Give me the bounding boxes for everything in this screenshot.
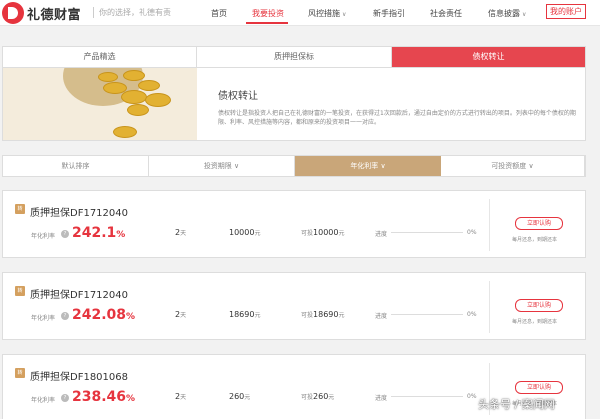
brand-slogan: 你的选择，礼德有责 [93, 7, 171, 18]
term-unit: 天 [180, 230, 187, 237]
transfer-badge-icon: 转 [15, 368, 25, 378]
available-label: 可投 [301, 230, 314, 237]
annual-rate-value: 242.1 [72, 225, 117, 241]
banner-title: 债权转让 [218, 91, 258, 102]
product-tabs: 产品精选 质押担保标 债权转让 [2, 46, 586, 68]
sort-annual-rate[interactable]: 年化利率 ∨ [295, 156, 441, 176]
term: 2天 [175, 228, 186, 237]
brand-logo-icon[interactable] [2, 2, 24, 24]
amount-value: 10000 [229, 228, 255, 237]
tab-pledge-guarantee[interactable]: 质押担保标 [197, 47, 392, 67]
tab-featured[interactable]: 产品精选 [3, 47, 197, 67]
amount-value: 260 [229, 392, 245, 401]
chevron-down-icon: ∨ [342, 11, 347, 18]
category-banner: 债权转让 债权转让是指投资人把自己在礼德财富的一笔投资，在获得过1次回款后，通过… [2, 68, 586, 141]
available-unit: 元 [328, 394, 335, 401]
term-unit: 天 [180, 394, 187, 401]
amount-value: 18690 [229, 310, 255, 319]
annual-rate-value: 242.08 [72, 307, 127, 323]
annual-rate-unit: % [116, 230, 126, 240]
sort-available-amount[interactable]: 可投资额度 ∨ [441, 156, 585, 176]
transfer-badge-icon: 转 [15, 204, 25, 214]
nav-disclosure-label: 信息披露 [488, 9, 520, 18]
tab-debt-transfer[interactable]: 债权转让 [392, 47, 585, 67]
progress-label: 进度 [375, 395, 388, 402]
buy-now-button[interactable]: 立即认购 [515, 299, 563, 312]
product-title[interactable]: 质押担保DF1801068 [30, 368, 128, 383]
sort-term[interactable]: 投资期限 ∨ [149, 156, 295, 176]
rate-label: 年化利率 [31, 315, 56, 322]
progress-bar [391, 396, 463, 397]
term: 2天 [175, 392, 186, 401]
divider [489, 281, 490, 333]
nav-disclosure[interactable]: 信息披露 ∨ [488, 8, 526, 19]
annual-rate: 238.46% [72, 389, 135, 405]
nav-invest[interactable]: 我要投资 [252, 8, 284, 19]
repayment-method: 每月还息，到期还本 [512, 237, 558, 243]
available-amount: 可投10000元 [301, 228, 344, 237]
product-card: 转 质押担保DF1712040 年化利率 ? 242.08% 2天 18690元… [2, 272, 586, 340]
coin-bag-illustration [3, 68, 197, 140]
watermark: 头条号 / 案闻网 [478, 398, 555, 411]
rate-label: 年化利率 [31, 233, 56, 240]
progress-percent: 0% [467, 393, 477, 400]
nav-active-indicator [246, 22, 288, 24]
annual-rate-unit: % [126, 394, 136, 404]
question-icon[interactable]: ? [61, 230, 69, 238]
sort-default[interactable]: 默认排序 [3, 156, 149, 176]
amount-unit: 元 [254, 230, 261, 237]
product-title[interactable]: 质押担保DF1712040 [30, 204, 128, 219]
banner-description: 债权转让是指投资人把自己在礼德财富的一笔投资，在获得过1次回款后，通过自由定价的… [218, 110, 576, 126]
available-amount: 可投18690元 [301, 310, 344, 319]
available-value: 260 [313, 392, 329, 401]
question-icon[interactable]: ? [61, 312, 69, 320]
product-title[interactable]: 质押担保DF1712040 [30, 286, 128, 301]
divider [489, 199, 490, 251]
progress-percent: 0% [467, 229, 477, 236]
chevron-down-icon: ∨ [522, 11, 527, 18]
available-label: 可投 [301, 312, 314, 319]
nav-risk-control[interactable]: 风控措施 ∨ [308, 8, 346, 19]
question-icon[interactable]: ? [61, 394, 69, 402]
nav-social-responsibility[interactable]: 社会责任 [430, 8, 462, 19]
progress-bar [391, 232, 463, 233]
annual-rate-unit: % [126, 312, 136, 322]
top-header: 礼德财富 你的选择，礼德有责 首页 我要投资 风控措施 ∨ 新手指引 社会责任 信… [0, 0, 600, 26]
available-value: 10000 [313, 228, 339, 237]
nav-risk-control-label: 风控措施 [308, 9, 340, 18]
amount: 10000元 [229, 228, 260, 237]
progress-bar [391, 314, 463, 315]
sort-bar: 默认排序 投资期限 ∨ 年化利率 ∨ 可投资额度 ∨ [2, 155, 586, 177]
progress-label: 进度 [375, 313, 388, 320]
term-unit: 天 [180, 312, 187, 319]
nav-home[interactable]: 首页 [211, 8, 227, 19]
amount: 260元 [229, 392, 250, 401]
transfer-badge-icon: 转 [15, 286, 25, 296]
progress-percent: 0% [467, 311, 477, 318]
brand-name[interactable]: 礼德财富 [27, 4, 81, 23]
amount: 18690元 [229, 310, 260, 319]
available-value: 18690 [313, 310, 339, 319]
nav-beginner-guide[interactable]: 新手指引 [373, 8, 405, 19]
available-unit: 元 [338, 312, 345, 319]
buy-now-button[interactable]: 立即认购 [515, 217, 563, 230]
annual-rate: 242.1% [72, 225, 125, 241]
buy-now-button[interactable]: 立即认购 [515, 381, 563, 394]
amount-unit: 元 [254, 312, 261, 319]
progress-label: 进度 [375, 231, 388, 238]
product-card: 转 质押担保DF1712040 年化利率 ? 242.1% 2天 10000元 … [2, 190, 586, 258]
term: 2天 [175, 310, 186, 319]
repayment-method: 每月还息，到期还本 [512, 319, 558, 325]
amount-unit: 元 [244, 394, 251, 401]
rate-label: 年化利率 [31, 397, 56, 404]
available-label: 可投 [301, 394, 314, 401]
available-amount: 可投260元 [301, 392, 334, 401]
my-account-button[interactable]: 我的账户 [546, 4, 586, 19]
available-unit: 元 [338, 230, 345, 237]
annual-rate-value: 238.46 [72, 389, 127, 405]
annual-rate: 242.08% [72, 307, 135, 323]
